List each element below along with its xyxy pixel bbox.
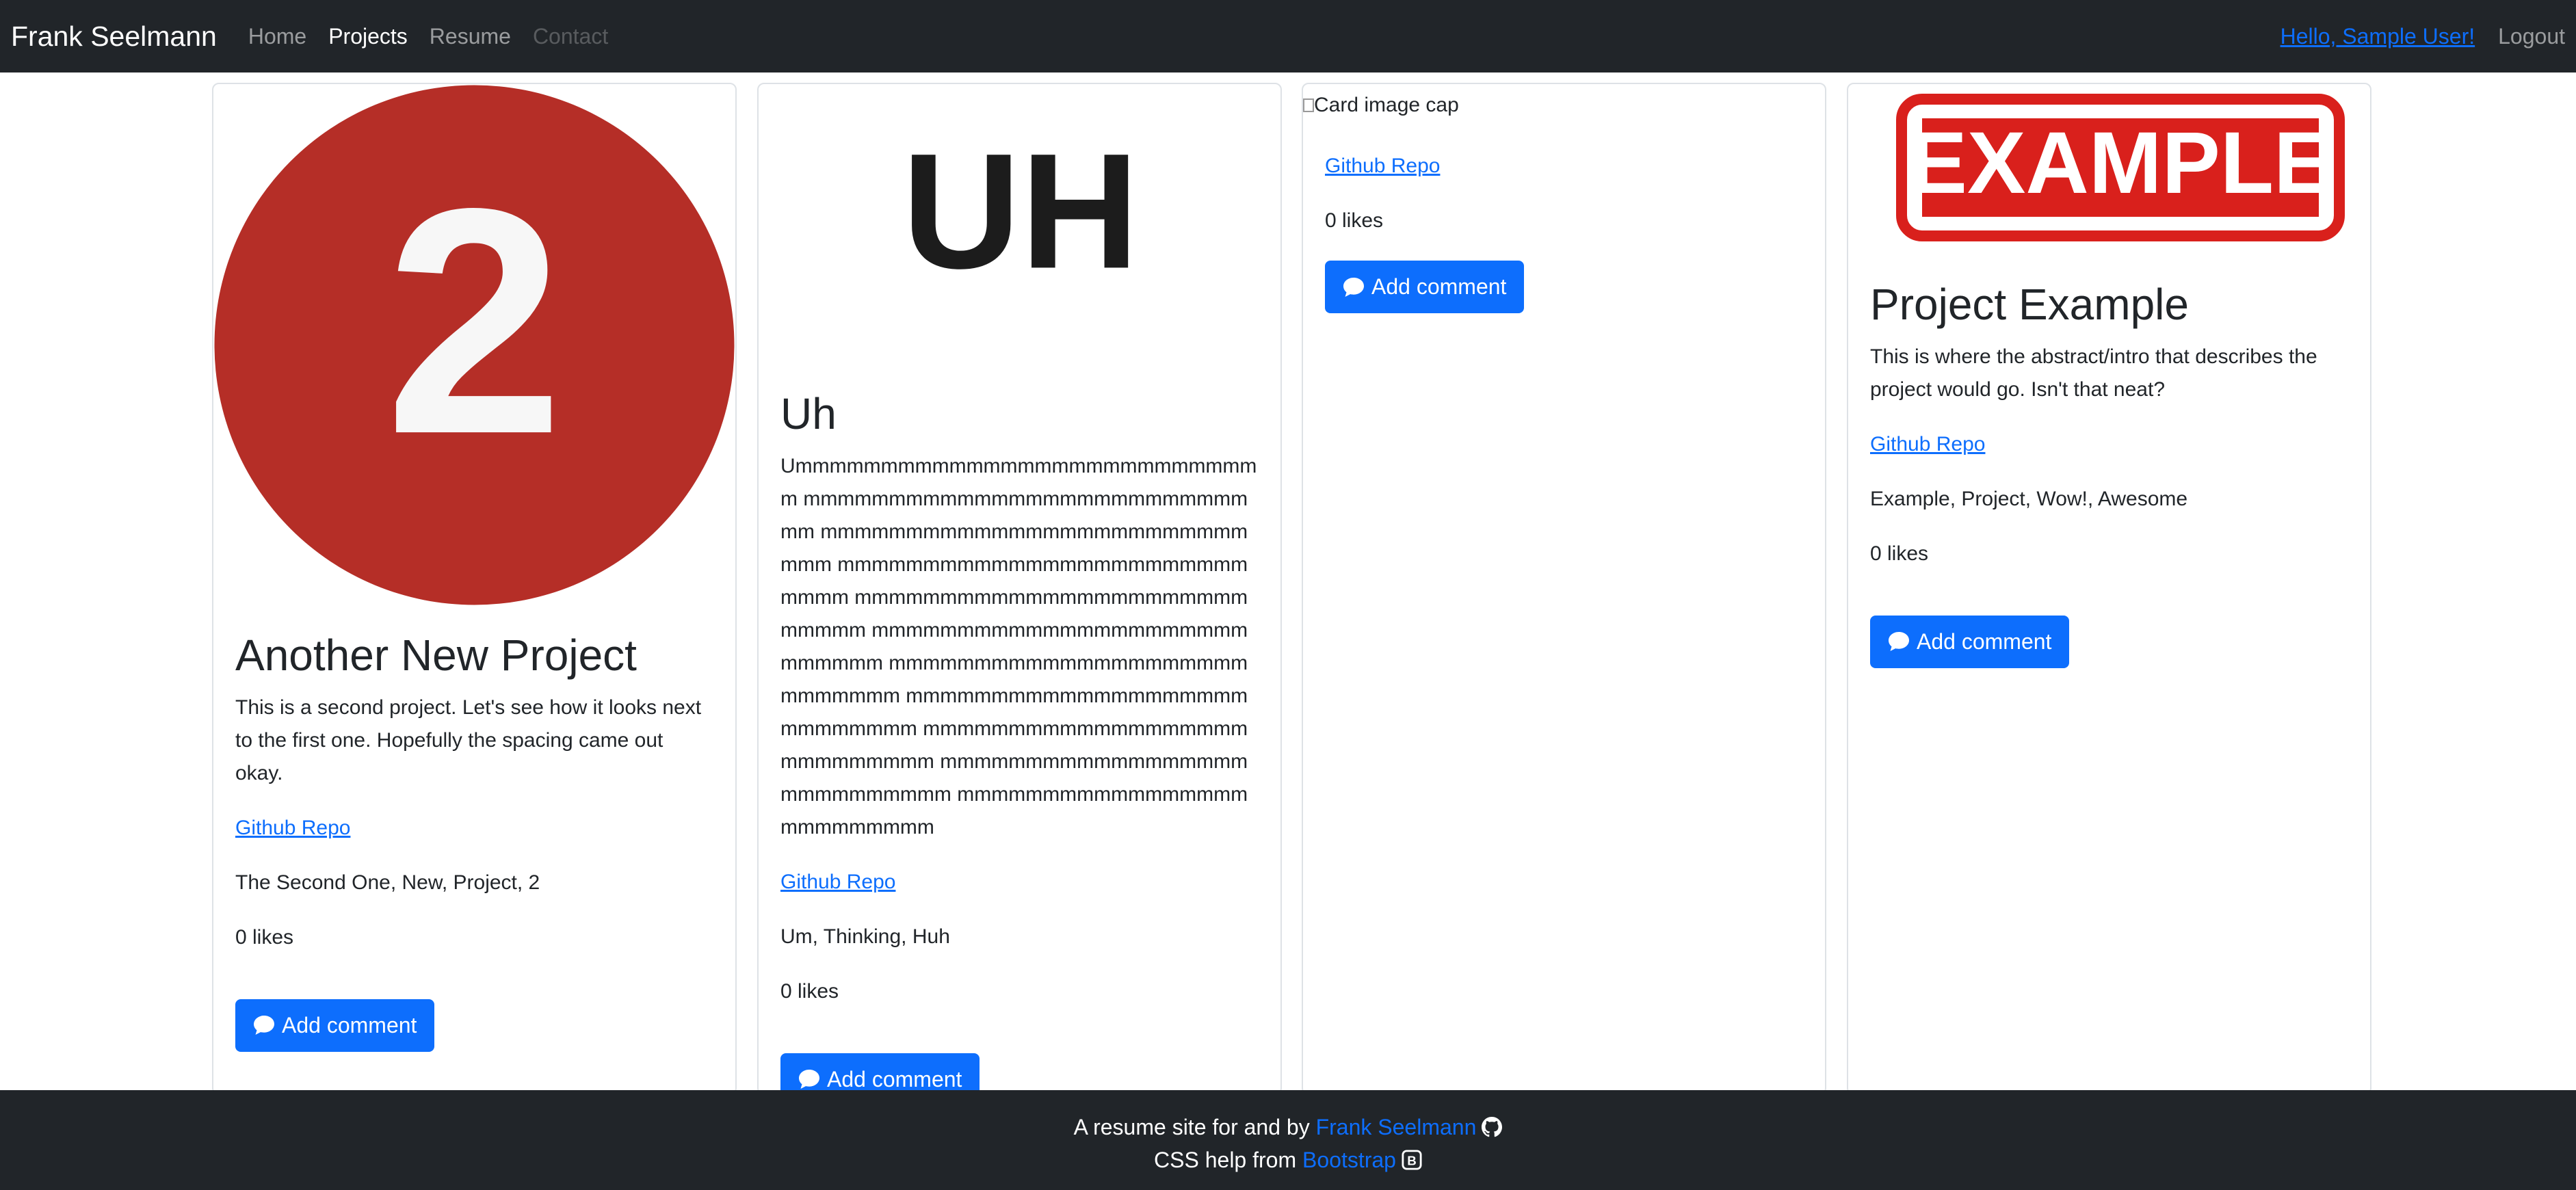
card-body: Uh Ummmmmmmmmmmmmmmmmmmmmmmmmmmm mmmmmmm… [759, 365, 1280, 1094]
project-image-example-stamp: EXAMPLE [1896, 94, 2345, 241]
footer-author-link[interactable]: Frank Seelmann [1316, 1115, 1477, 1139]
card-title: Uh [780, 389, 837, 438]
github-repo-link[interactable]: Github Repo [780, 866, 895, 899]
add-comment-label: Add comment [282, 1012, 417, 1037]
broken-image-icon [1303, 98, 1314, 112]
nav-projects[interactable]: Projects [328, 24, 408, 49]
github-repo-link[interactable]: Github Repo [1870, 428, 1985, 461]
card-abstract: This is where the abstract/intro that de… [1870, 345, 2317, 401]
image-alt-text: Card image cap [1314, 94, 1459, 116]
nav-resume[interactable]: Resume [430, 24, 511, 49]
bootstrap-icon[interactable]: B [1402, 1150, 1422, 1170]
card-tags: Um, Thinking, Huh [780, 925, 950, 948]
navbar: Frank Seelmann Home Projects Resume Cont… [0, 0, 2576, 72]
svg-text:UH: UH [902, 119, 1140, 302]
card-tags: Example, Project, Wow!, Awesome [1870, 487, 2188, 510]
chat-icon [1889, 632, 1909, 652]
github-repo-link[interactable]: Github Repo [1325, 150, 1440, 183]
add-comment-label: Add comment [827, 1066, 962, 1092]
card-body: Project Example This is where the abstra… [1848, 269, 2370, 668]
card-tags: The Second One, New, Project, 2 [235, 871, 540, 894]
navbar-brand[interactable]: Frank Seelmann [11, 21, 217, 53]
logout-link[interactable]: Logout [2498, 24, 2565, 49]
project-image-two: 2 [214, 85, 735, 605]
add-comment-button[interactable]: Add comment [1870, 615, 2070, 668]
card-likes: 0 likes [1325, 209, 1384, 232]
nav-right: Hello, Sample User! Logout [2281, 24, 2565, 49]
card-likes: 0 likes [780, 979, 839, 1003]
chat-icon [799, 1070, 819, 1089]
project-card: EXAMPLE Project Example This is where th… [1847, 83, 2371, 1095]
footer-line-css: CSS help from Bootstrap B [0, 1143, 2576, 1176]
svg-text:2: 2 [385, 142, 564, 501]
card-title: Project Example [1870, 280, 2189, 329]
add-comment-button[interactable]: Add comment [780, 1053, 980, 1094]
svg-text:B: B [1407, 1154, 1417, 1168]
nav-links: Home Projects Resume Contact [248, 24, 630, 49]
add-comment-button[interactable]: Add comment [235, 999, 435, 1052]
card-body: Github Repo 0 likes Add comment [1303, 127, 1825, 313]
card-likes: 0 likes [235, 925, 294, 949]
add-comment-button[interactable]: Add comment [1325, 261, 1525, 313]
nav-home[interactable]: Home [248, 24, 306, 49]
chat-icon [254, 1016, 274, 1035]
footer-line-credit: A resume site for and by Frank Seelmann [0, 1111, 2576, 1143]
chat-icon [1343, 277, 1364, 297]
card-abstract: This is a second project. Let's see how … [235, 696, 702, 784]
footer-bootstrap-link[interactable]: Bootstrap [1302, 1148, 1396, 1172]
user-greeting-link[interactable]: Hello, Sample User! [2281, 24, 2475, 49]
project-card: 2 Another New Project This is a second p… [212, 83, 737, 1095]
project-card: Card image cap Github Repo 0 likes Add c… [1302, 83, 1826, 1095]
add-comment-label: Add comment [1917, 629, 2052, 654]
card-title: Another New Project [235, 631, 637, 680]
nav-contact[interactable]: Contact [533, 24, 608, 49]
project-image-uh: UH [902, 119, 1140, 302]
project-card: UH Uh Ummmmmmmmmmmmmmmmmmmmmmmmmmmm mmmm… [757, 83, 1282, 1095]
broken-image-placeholder: Card image cap [1303, 84, 1825, 127]
footer-credit-text: A resume site for and by [1073, 1115, 1310, 1139]
svg-text:EXAMPLE: EXAMPLE [1909, 114, 2332, 212]
card-body: Another New Project This is a second pro… [213, 606, 735, 1052]
footer: A resume site for and by Frank Seelmann … [0, 1090, 2576, 1190]
github-repo-link[interactable]: Github Repo [235, 812, 350, 845]
add-comment-label: Add comment [1371, 274, 1507, 299]
card-abstract: Ummmmmmmmmmmmmmmmmmmmmmmmmmmm mmmmmmmmmm… [780, 454, 1257, 838]
footer-css-text: CSS help from [1154, 1148, 1297, 1172]
card-likes: 0 likes [1870, 542, 1929, 565]
github-icon[interactable] [1482, 1117, 1503, 1137]
